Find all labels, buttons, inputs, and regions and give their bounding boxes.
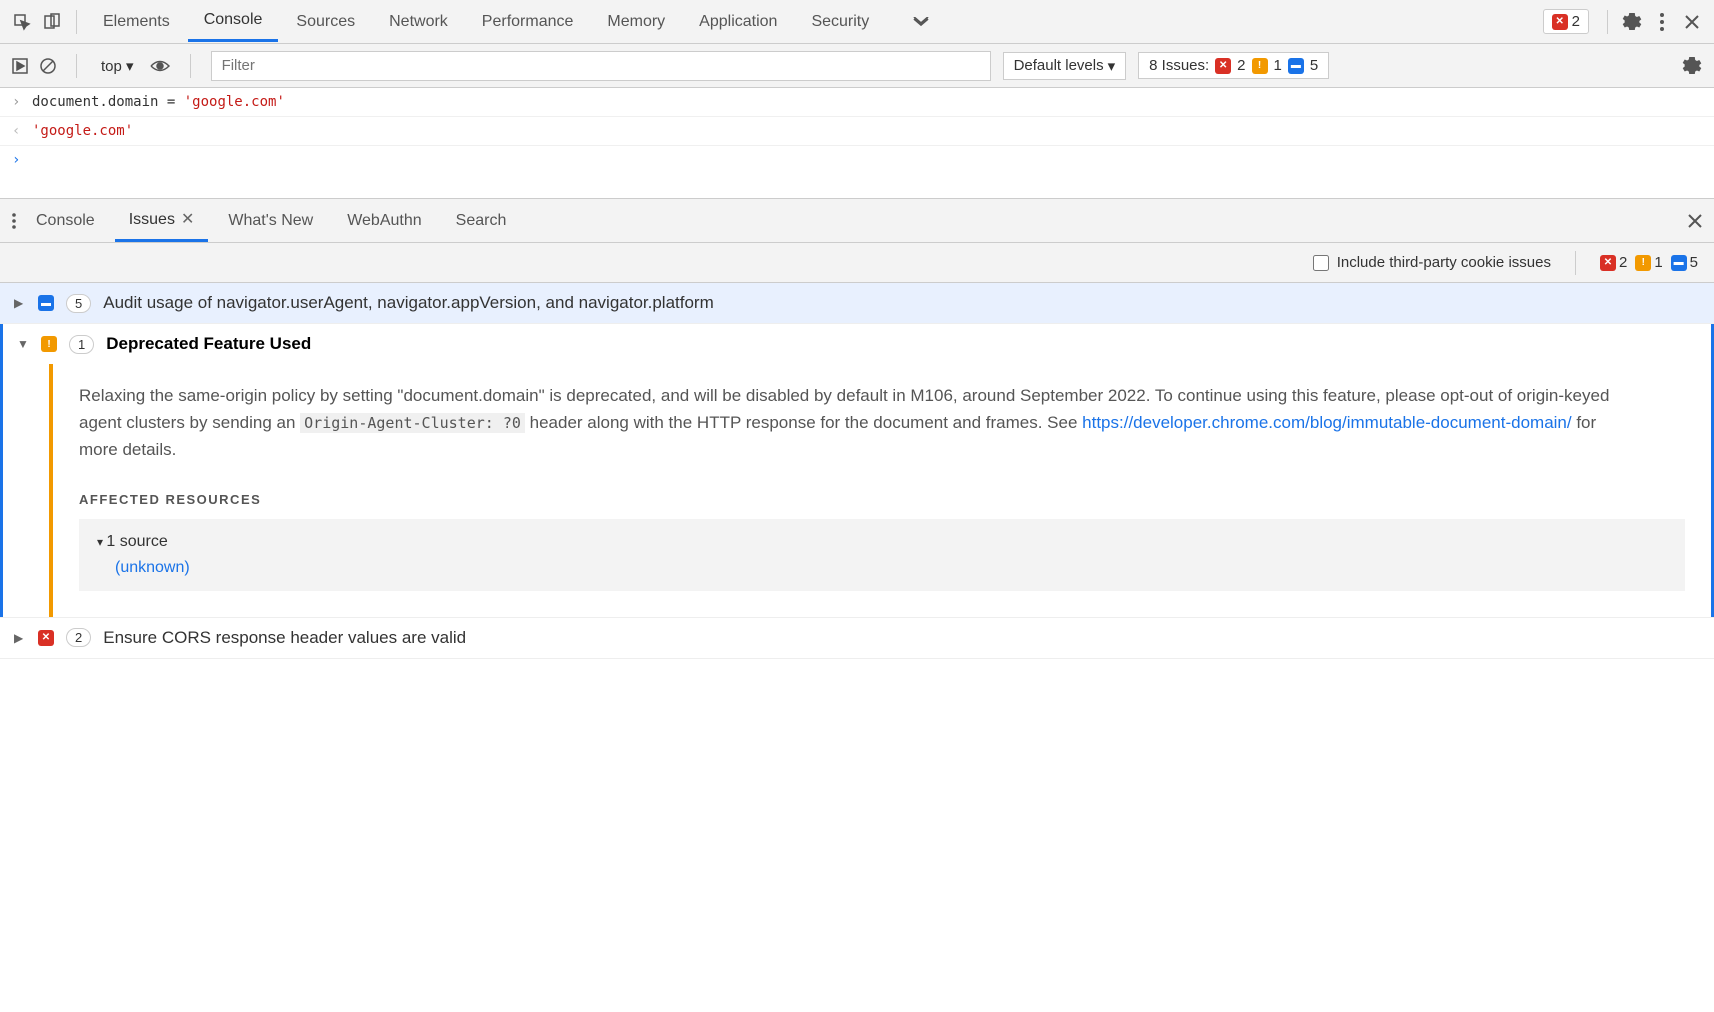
issue-description: Relaxing the same-origin policy by setti… bbox=[79, 382, 1619, 464]
third-party-cookie-checkbox[interactable]: Include third-party cookie issues bbox=[1313, 254, 1551, 271]
tab-console[interactable]: Console bbox=[188, 1, 279, 42]
drawer-tab-console[interactable]: Console bbox=[22, 202, 109, 240]
console-code: document.domain = 'google.com' bbox=[32, 94, 285, 110]
info-speech-icon: ▬ bbox=[38, 295, 54, 311]
drawer-tabs: Console Issues✕ What's New WebAuthn Sear… bbox=[0, 199, 1714, 243]
output-prompt-icon: ‹ bbox=[12, 123, 32, 139]
console-prompt-line[interactable]: › bbox=[0, 146, 1714, 198]
chevron-right-icon: ▶ bbox=[14, 296, 26, 310]
source-link[interactable]: (unknown) bbox=[115, 559, 1667, 577]
issues-filter-bar: Include third-party cookie issues ✕2 !1 … bbox=[0, 243, 1714, 283]
drawer-kebab-icon[interactable] bbox=[12, 213, 16, 229]
close-drawer-icon[interactable] bbox=[1688, 214, 1702, 228]
error-icon: ✕ bbox=[1215, 58, 1231, 74]
source-header[interactable]: 1 source bbox=[97, 533, 1667, 551]
issue-badges: ✕2 !1 ▬5 bbox=[1600, 254, 1698, 271]
tab-sources[interactable]: Sources bbox=[280, 3, 371, 41]
execute-icon[interactable] bbox=[12, 58, 28, 74]
console-output: › document.domain = 'google.com' ‹ 'goog… bbox=[0, 88, 1714, 198]
clear-console-icon[interactable] bbox=[40, 58, 56, 74]
tab-network[interactable]: Network bbox=[373, 3, 464, 41]
error-count: 2 bbox=[1572, 13, 1580, 30]
drawer-tab-whatsnew[interactable]: What's New bbox=[214, 202, 327, 240]
error-count-badge[interactable]: ✕ 2 bbox=[1543, 9, 1589, 34]
divider bbox=[76, 10, 77, 34]
code-snippet: Origin-Agent-Cluster: ?0 bbox=[300, 413, 525, 433]
error-speech-icon: ✕ bbox=[38, 630, 54, 646]
device-toolbar-icon[interactable] bbox=[38, 8, 66, 36]
divider bbox=[1607, 10, 1608, 34]
divider bbox=[1575, 251, 1576, 275]
close-icon[interactable] bbox=[1678, 8, 1706, 36]
issue-row-audit-useragent[interactable]: ▶ ▬ 5 Audit usage of navigator.userAgent… bbox=[0, 283, 1714, 324]
tab-security[interactable]: Security bbox=[795, 3, 885, 41]
error-badge-group[interactable]: ✕2 bbox=[1600, 254, 1627, 271]
issue-title: Audit usage of navigator.userAgent, navi… bbox=[103, 293, 714, 313]
tab-application[interactable]: Application bbox=[683, 3, 793, 41]
error-icon: ✕ bbox=[1552, 14, 1568, 30]
affected-resources: AFFECTED RESOURCES 1 source (unknown) bbox=[79, 492, 1685, 591]
drawer-tab-issues[interactable]: Issues✕ bbox=[115, 199, 209, 242]
issue-count: 2 bbox=[66, 628, 91, 647]
input-prompt-icon: › bbox=[12, 152, 32, 168]
inspect-element-icon[interactable] bbox=[8, 8, 36, 36]
affected-heading: AFFECTED RESOURCES bbox=[79, 492, 1685, 507]
error-icon: ✕ bbox=[1600, 255, 1616, 271]
filter-input[interactable] bbox=[211, 51, 991, 81]
levels-dropdown[interactable]: Default levels ▾ bbox=[1003, 52, 1127, 80]
issue-body: Relaxing the same-origin policy by setti… bbox=[49, 364, 1711, 617]
issues-label: 8 Issues: bbox=[1149, 57, 1209, 74]
kebab-menu-icon[interactable] bbox=[1648, 8, 1676, 36]
issue-title: Ensure CORS response header values are v… bbox=[103, 628, 466, 648]
eye-icon[interactable] bbox=[150, 59, 170, 73]
info-badge-group[interactable]: ▬5 bbox=[1671, 254, 1698, 271]
issue-expanded-container: ▼ ! 1 Deprecated Feature Used Relaxing t… bbox=[0, 324, 1714, 617]
tab-elements[interactable]: Elements bbox=[87, 3, 186, 41]
console-input-line: › document.domain = 'google.com' bbox=[0, 88, 1714, 117]
devtools-top-toolbar: Elements Console Sources Network Perform… bbox=[0, 0, 1714, 44]
input-prompt-icon: › bbox=[12, 94, 32, 110]
divider bbox=[76, 54, 77, 78]
warning-speech-icon: ! bbox=[41, 336, 57, 352]
console-code: 'google.com' bbox=[32, 123, 133, 139]
tab-memory[interactable]: Memory bbox=[591, 3, 681, 41]
affected-sources-box: 1 source (unknown) bbox=[79, 519, 1685, 591]
issues-summary-button[interactable]: 8 Issues: ✕2 !1 ▬5 bbox=[1138, 52, 1329, 79]
docs-link[interactable]: https://developer.chrome.com/blog/immuta… bbox=[1082, 413, 1571, 432]
drawer-tab-webauthn[interactable]: WebAuthn bbox=[333, 202, 435, 240]
warning-badge-group[interactable]: !1 bbox=[1635, 254, 1662, 271]
info-icon: ▬ bbox=[1288, 58, 1304, 74]
more-tabs-icon[interactable] bbox=[907, 8, 935, 36]
settings-icon[interactable] bbox=[1618, 8, 1646, 36]
context-selector[interactable]: top ▾ bbox=[97, 53, 138, 79]
chevron-down-icon: ▼ bbox=[17, 337, 29, 351]
warning-icon: ! bbox=[1252, 58, 1268, 74]
console-output-line: ‹ 'google.com' bbox=[0, 117, 1714, 146]
issue-count: 1 bbox=[69, 335, 94, 354]
close-tab-icon[interactable]: ✕ bbox=[181, 211, 194, 228]
chevron-right-icon: ▶ bbox=[14, 631, 26, 645]
divider bbox=[190, 54, 191, 78]
tab-performance[interactable]: Performance bbox=[466, 3, 590, 41]
issue-count: 5 bbox=[66, 294, 91, 313]
console-settings-icon[interactable] bbox=[1682, 56, 1702, 76]
drawer-tab-search[interactable]: Search bbox=[442, 202, 521, 240]
drawer: Console Issues✕ What's New WebAuthn Sear… bbox=[0, 198, 1714, 659]
issue-title: Deprecated Feature Used bbox=[106, 334, 311, 354]
info-icon: ▬ bbox=[1671, 255, 1687, 271]
issue-row-cors[interactable]: ▶ ✕ 2 Ensure CORS response header values… bbox=[0, 617, 1714, 659]
console-toolbar: top ▾ Default levels ▾ 8 Issues: ✕2 !1 ▬… bbox=[0, 44, 1714, 88]
issue-row-deprecated-feature[interactable]: ▼ ! 1 Deprecated Feature Used bbox=[3, 324, 1711, 364]
warning-icon: ! bbox=[1635, 255, 1651, 271]
checkbox[interactable] bbox=[1313, 255, 1329, 271]
